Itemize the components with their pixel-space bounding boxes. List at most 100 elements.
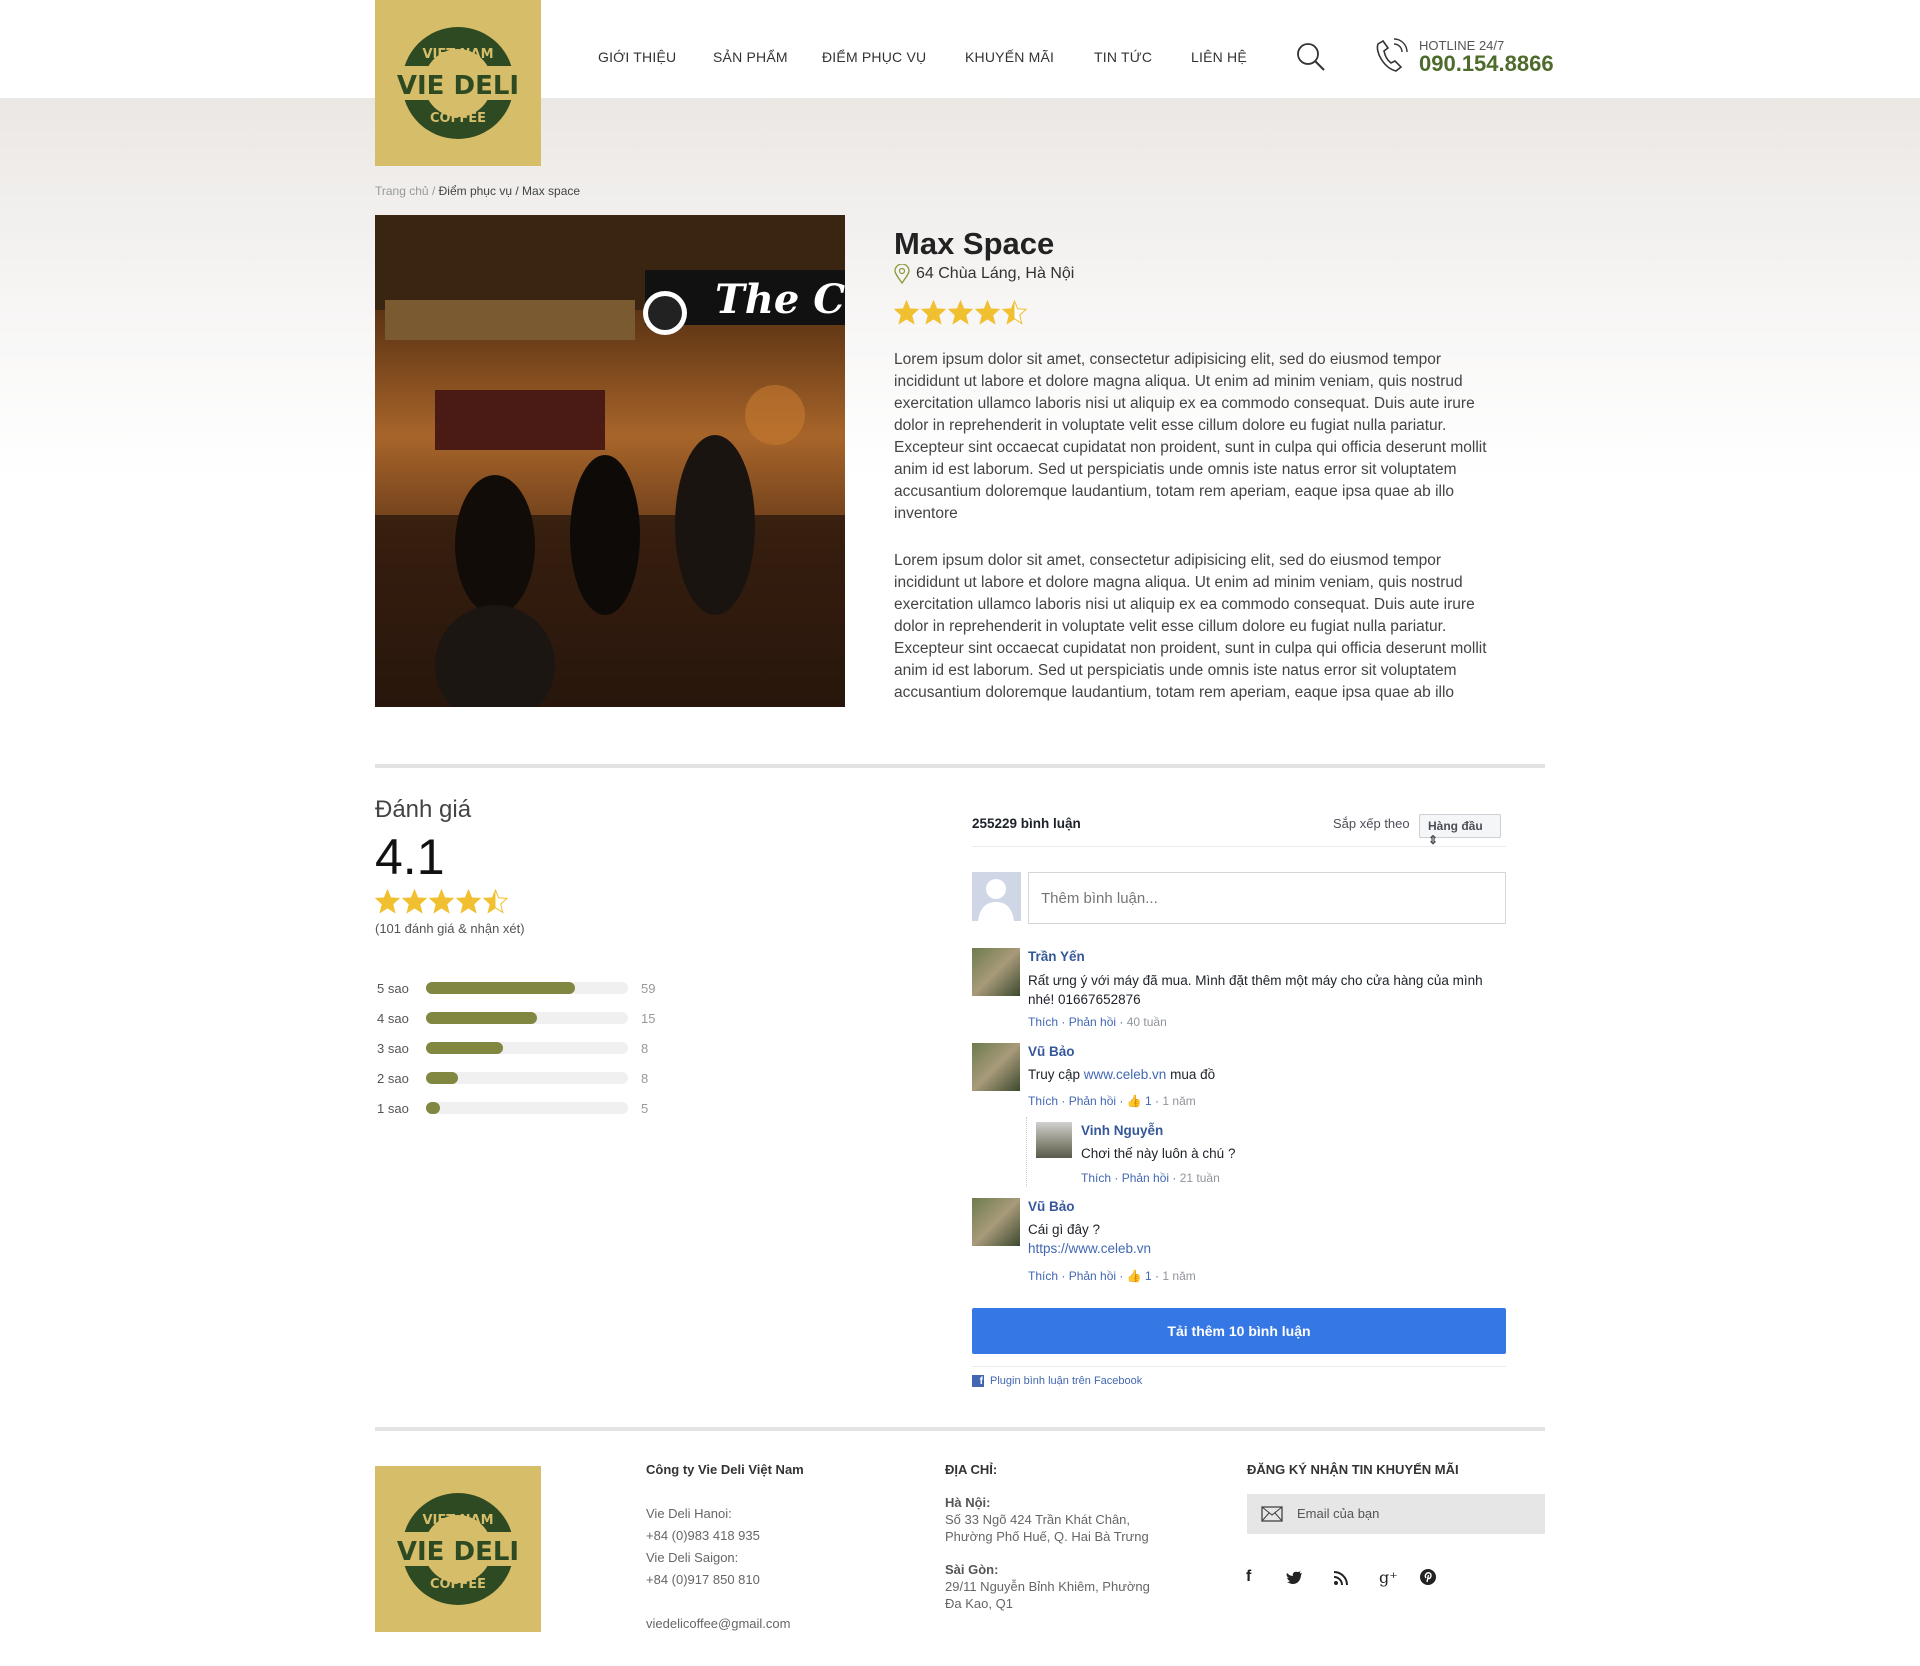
search-icon[interactable] (1296, 42, 1326, 72)
rss-icon[interactable] (1334, 1571, 1348, 1585)
nav-san-pham[interactable]: SẢN PHẨM (713, 49, 788, 65)
like-link[interactable]: Thích (1081, 1171, 1111, 1185)
facebook-icon[interactable]: f (1246, 1568, 1251, 1586)
pinterest-icon[interactable] (1420, 1569, 1436, 1585)
twitter-icon[interactable] (1286, 1571, 1302, 1585)
like-link[interactable]: Thích (1028, 1269, 1058, 1283)
nav-diem-phuc-vu[interactable]: ĐIỂM PHỤC VỤ (822, 49, 926, 65)
reply-link[interactable]: Phản hồi (1069, 1015, 1116, 1029)
newsletter-title: ĐĂNG KÝ NHẬN TIN KHUYẾN MÃI (1247, 1462, 1459, 1477)
star-full-icon (429, 889, 454, 914)
footer-company: Công ty Vie Deli Việt Nam (646, 1462, 804, 1477)
star-full-icon (948, 300, 973, 325)
hotline-number[interactable]: 090.154.8866 (1419, 51, 1554, 77)
comment-link[interactable]: https://www.celeb.vn (1028, 1241, 1151, 1256)
star-full-icon (456, 889, 481, 914)
facebook-plugin-link[interactable]: f Plugin bình luận trên Facebook (972, 1375, 1142, 1387)
svg-text:VIET NAM: VIET NAM (422, 47, 493, 62)
address-text: 64 Chùa Láng, Hà Nội (916, 265, 1075, 282)
svg-text:COFFEE: COFFEE (430, 111, 486, 126)
breadcrumb-section[interactable]: Điểm phục vụ (439, 184, 512, 198)
commenter-avatar[interactable] (972, 1043, 1020, 1091)
sort-select[interactable]: Hàng đầu ⇕ (1419, 814, 1501, 847)
rating-bar-row: 2 sao 8 (377, 1070, 648, 1086)
svg-text:VIE DELI: VIE DELI (397, 71, 519, 101)
star-half-icon (483, 889, 508, 914)
reviews-stars (375, 889, 508, 914)
commenter-name[interactable]: Vũ Bảo (1028, 1199, 1075, 1214)
reply-avatar[interactable] (1036, 1122, 1072, 1158)
rating-bar-count: 15 (641, 1010, 656, 1026)
commenter-avatar[interactable] (972, 1198, 1020, 1246)
reply-thread-line (1026, 1117, 1027, 1187)
logo-emblem: VIET NAM VIE DELI COFFEE (385, 27, 531, 139)
contact-line: Vie Deli Hanoi: (646, 1506, 732, 1521)
svg-text:VIE DELI: VIE DELI (397, 1537, 519, 1567)
rating-bar-row: 1 sao 5 (377, 1100, 648, 1116)
svg-text:The Co: The Co (715, 276, 845, 323)
address-line: Phường Phố Huế, Q. Hai Bà Trưng (945, 1529, 1149, 1544)
place-rating-stars (894, 300, 1027, 325)
hanoi-label: Hà Nội: (945, 1495, 991, 1510)
google-plus-icon[interactable]: g⁺ (1379, 1568, 1398, 1587)
breadcrumb-home[interactable]: Trang chủ (375, 184, 429, 198)
reply-link[interactable]: Phản hồi (1069, 1094, 1116, 1108)
rating-bar-count: 5 (641, 1100, 649, 1116)
description-paragraph: Lorem ipsum dolor sit amet, consectetur … (894, 351, 1487, 522)
map-pin-icon (894, 264, 910, 284)
rating-bar-label: 3 sao (377, 1040, 409, 1056)
footer-email[interactable]: viedelicoffee@gmail.com (646, 1613, 790, 1635)
contact-phone[interactable]: +84 (0)917 850 810 (646, 1569, 760, 1591)
sort-value: Hàng đầu (1428, 819, 1483, 833)
comment-count: 255229 bình luận (972, 816, 1081, 831)
reply-link[interactable]: Phản hồi (1069, 1269, 1116, 1283)
reply-link[interactable]: Phản hồi (1122, 1171, 1169, 1185)
sort-label: Sắp xếp theo (1333, 816, 1410, 831)
comments-divider (972, 846, 1506, 847)
comment-text-part: Truy cập (1028, 1067, 1084, 1082)
contact-phone[interactable]: +84 (0)983 418 935 (646, 1525, 760, 1547)
logo[interactable]: VIET NAM VIE DELI COFFEE (375, 0, 541, 166)
svg-text:COFFEE: COFFEE (430, 1577, 486, 1592)
comment-time: 21 tuần (1179, 1171, 1220, 1185)
breadcrumb: Trang chủ / Điểm phục vụ / Max space (375, 184, 580, 198)
comment-link[interactable]: www.celeb.vn (1084, 1067, 1167, 1082)
saigon-label: Sài Gòn: (945, 1562, 999, 1577)
thumbs-up-icon: 👍 (1126, 1269, 1142, 1283)
footer-logo[interactable]: VIET NAM VIE DELI COFFEE (375, 1466, 541, 1632)
like-link[interactable]: Thích (1028, 1094, 1058, 1108)
sort-arrows-icon: ⇕ (1428, 833, 1439, 847)
commenter-name[interactable]: Trần Yến (1028, 949, 1085, 964)
star-full-icon (975, 300, 1000, 325)
header (0, 0, 1920, 98)
nav-lien-he[interactable]: LIÊN HỆ (1191, 49, 1247, 65)
reply-name[interactable]: Vinh Nguyễn (1081, 1123, 1163, 1138)
rating-bar-fill (426, 982, 576, 994)
commenter-name[interactable]: Vũ Bảo (1028, 1044, 1075, 1059)
rating-bar-label: 4 sao (377, 1010, 409, 1026)
rating-bar-fill (426, 1012, 538, 1024)
facebook-icon: f (972, 1375, 984, 1387)
rating-bar-count: 59 (641, 980, 656, 996)
comment-text: Rất ưng ý với máy đã mua. Mình đặt thêm … (1028, 973, 1483, 1007)
comment-input[interactable] (1028, 872, 1506, 924)
commenter-avatar[interactable] (972, 948, 1020, 996)
comment-actions: Thích · Phản hồi · 40 tuần (1028, 1015, 1167, 1029)
address-line: Đa Kao, Q1 (945, 1596, 1013, 1611)
nav-tin-tuc[interactable]: TIN TỨC (1094, 49, 1152, 65)
comment-text: Truy cập www.celeb.vn mua đồ (1028, 1067, 1215, 1082)
phone-icon (1376, 38, 1408, 72)
contact-line: Vie Deli Saigon: (646, 1550, 739, 1565)
nav-gioi-thieu[interactable]: GIỚI THIỆU (598, 49, 676, 65)
rating-bar-label: 1 sao (377, 1100, 409, 1116)
newsletter-email-input[interactable]: Email của bạn (1247, 1494, 1545, 1534)
comment-actions: Thích · Phản hồi · 👍 1 · 1 năm (1028, 1094, 1196, 1108)
rating-bar-fill (426, 1072, 459, 1084)
rating-bar-track (426, 1072, 628, 1084)
thumbs-up-icon: 👍 (1126, 1094, 1142, 1108)
load-more-comments-button[interactable]: Tải thêm 10 bình luận (972, 1308, 1506, 1354)
nav-khuyen-mai[interactable]: KHUYẾN MÃI (965, 49, 1054, 65)
like-link[interactable]: Thích (1028, 1015, 1058, 1029)
comments-divider (972, 1366, 1506, 1367)
rating-bar-track (426, 1042, 628, 1054)
